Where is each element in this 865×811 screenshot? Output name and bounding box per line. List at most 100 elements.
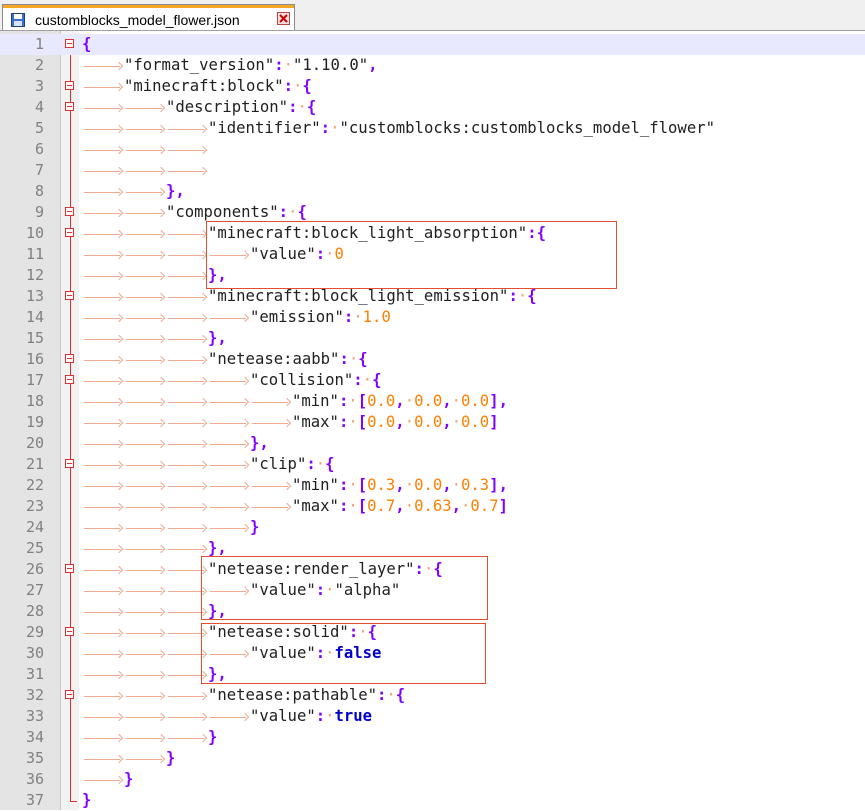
token-op: :	[508, 287, 518, 305]
fold-toggle-icon[interactable]	[65, 39, 74, 48]
token-op: :	[278, 203, 289, 221]
tab-arrow-icon	[166, 160, 208, 181]
tab-arrow-icon	[82, 223, 124, 244]
token-op: :	[348, 623, 359, 641]
code-line[interactable]: 22 "min":·[0.3,·0.0,·0.3],	[0, 475, 865, 496]
tab-arrow-icon	[208, 412, 250, 433]
fold-toggle-icon[interactable]	[65, 627, 74, 636]
code-line[interactable]: 24}	[0, 517, 865, 538]
code-line[interactable]: 19 "max":·[0.0,·0.0,·0.0]	[0, 412, 865, 433]
code-line[interactable]: 4 "description":·{	[0, 97, 865, 118]
token-sp: ·	[451, 392, 462, 410]
code-line[interactable]: 23 "max":·[0.7,·0.63,·0.7]	[0, 496, 865, 517]
token-str: "identifier"	[208, 119, 321, 137]
close-icon[interactable]	[277, 12, 290, 25]
line-number: 3	[34, 77, 44, 95]
tab-arrow-icon	[124, 202, 166, 223]
fold-toggle-icon[interactable]	[65, 81, 74, 90]
fold-toggle-icon[interactable]	[65, 207, 74, 216]
tab-arrow-icon	[124, 517, 166, 538]
token-sp: ·	[451, 413, 462, 431]
code-line[interactable]: 15},	[0, 328, 865, 349]
code-text: }	[82, 769, 133, 790]
fold-end-icon	[70, 790, 77, 802]
code-line[interactable]: 37}	[0, 790, 865, 811]
token-op: {	[297, 203, 307, 221]
code-line[interactable]: 29 "netease:solid":·{	[0, 622, 865, 643]
code-line[interactable]: 11 "value":·0	[0, 244, 865, 265]
code-line[interactable]: 6	[0, 139, 865, 160]
code-line[interactable]: 2 "format_version":·"1.10.0",	[0, 55, 865, 76]
code-text: }	[82, 748, 175, 769]
token-sp: ·	[353, 308, 363, 326]
code-line[interactable]: 27 "value":·"alpha"	[0, 580, 865, 601]
token-op: :	[315, 707, 326, 725]
token-op: {	[358, 350, 368, 368]
code-editor[interactable]: 1{2 "format_version":·"1.10.0", 3 "minecraf…	[0, 31, 865, 810]
token-num: 0.0	[414, 476, 443, 494]
token-op: }	[208, 602, 218, 620]
token-str: "value"	[250, 644, 316, 662]
code-line[interactable]: 14 "emission":·1.0	[0, 307, 865, 328]
code-line[interactable]: 33 "value":·true	[0, 706, 865, 727]
token-str: "netease:solid"	[208, 623, 349, 641]
fold-toggle-icon[interactable]	[65, 354, 74, 363]
tab-arrow-icon	[166, 727, 208, 748]
tab-arrow-icon	[124, 97, 166, 118]
code-line[interactable]: 18 "min":·[0.0,·0.0,·0.0],	[0, 391, 865, 412]
code-line[interactable]: 5 "identifier":·"customblocks:customblock…	[0, 118, 865, 139]
tab-arrow-icon	[82, 391, 124, 412]
fold-toggle-icon[interactable]	[65, 102, 74, 111]
fold-toggle-icon[interactable]	[65, 228, 74, 237]
code-text: },	[82, 601, 227, 622]
line-number: 34	[25, 728, 44, 746]
fold-toggle-icon[interactable]	[65, 291, 74, 300]
code-line[interactable]: 25},	[0, 538, 865, 559]
code-line[interactable]: 36}	[0, 769, 865, 790]
code-line[interactable]: 1{	[0, 34, 865, 55]
code-line[interactable]: 13 "minecraft:block_light_emission":·{	[0, 286, 865, 307]
tab-arrow-icon	[208, 706, 250, 727]
fold-toggle-icon[interactable]	[65, 564, 74, 573]
code-line[interactable]: 8},	[0, 181, 865, 202]
fold-toggle-icon[interactable]	[65, 459, 74, 468]
code-line[interactable]: 30 "value":·false	[0, 643, 865, 664]
code-line[interactable]: 31},	[0, 664, 865, 685]
tab-arrow-icon	[124, 748, 166, 769]
fold-toggle-icon[interactable]	[65, 375, 74, 384]
code-line[interactable]: 32 "netease:pathable":·{	[0, 685, 865, 706]
token-sp: ·	[297, 98, 307, 116]
code-line[interactable]: 12},	[0, 265, 865, 286]
code-text: "netease:pathable":·{	[82, 685, 405, 706]
token-op: }	[250, 518, 260, 536]
line-number: 12	[25, 266, 44, 284]
code-line[interactable]: 9 "components":·{	[0, 202, 865, 223]
code-line[interactable]: 3 "minecraft:block":·{	[0, 76, 865, 97]
tab-file[interactable]: customblocks_model_flower.json	[2, 4, 295, 30]
token-num: 0.0	[367, 413, 396, 431]
code-line[interactable]: 26 "netease:render_layer":·{	[0, 559, 865, 580]
code-line[interactable]: 28},	[0, 601, 865, 622]
code-line[interactable]: 10 "minecraft:block_light_absorption":{	[0, 223, 865, 244]
token-op: :	[377, 686, 387, 704]
token-op: :	[315, 581, 326, 599]
code-line[interactable]: 34}	[0, 727, 865, 748]
token-op: [	[357, 413, 368, 431]
token-op: {	[82, 35, 92, 53]
token-str: "emission"	[250, 308, 344, 326]
token-op: }	[208, 539, 218, 557]
token-sp: ·	[423, 560, 434, 578]
line-number: 2	[34, 56, 44, 74]
line-number: 30	[25, 644, 44, 662]
line-number: 16	[25, 350, 44, 368]
fold-toggle-icon[interactable]	[65, 690, 74, 699]
code-line[interactable]: 21 "clip":·{	[0, 454, 865, 475]
code-line[interactable]: 16 "netease:aabb":·{	[0, 349, 865, 370]
code-text: "min":·[0.3,·0.0,·0.3],	[82, 475, 508, 496]
line-number: 33	[25, 707, 44, 725]
code-line[interactable]: 17 "collision":·{	[0, 370, 865, 391]
code-line[interactable]: 20},	[0, 433, 865, 454]
line-number: 9	[34, 203, 44, 221]
code-line[interactable]: 7	[0, 160, 865, 181]
code-line[interactable]: 35}	[0, 748, 865, 769]
